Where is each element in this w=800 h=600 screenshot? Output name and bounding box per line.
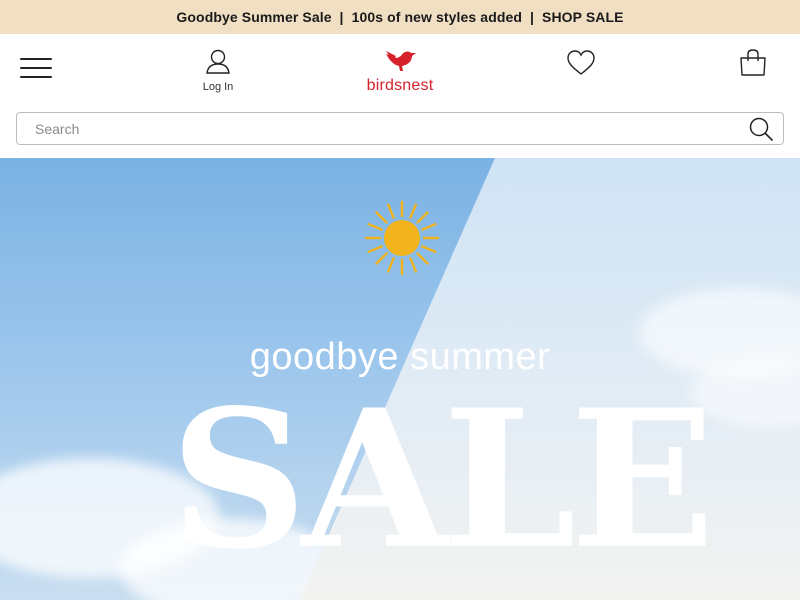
birdsnest-logo[interactable]: birdsnest <box>360 48 440 95</box>
sun-icon <box>364 200 440 276</box>
search-icon[interactable] <box>749 117 773 141</box>
search-input[interactable] <box>17 113 737 144</box>
site-header: Log In birdsnest <box>0 34 800 106</box>
search-bar <box>16 112 784 145</box>
user-icon <box>206 49 230 74</box>
bird-icon <box>386 51 416 71</box>
shopping-bag-icon <box>740 49 766 76</box>
hamburger-menu-button[interactable] <box>20 58 52 80</box>
wishlist-button[interactable] <box>566 50 596 81</box>
login-label: Log In <box>202 81 234 93</box>
hero-sale-text: SALE <box>170 368 715 591</box>
login-button[interactable]: Log In <box>196 48 240 93</box>
promo-separator: | <box>522 9 543 25</box>
promo-text-sale[interactable]: Goodbye Summer Sale <box>176 9 331 25</box>
promo-shop-sale-link[interactable]: SHOP SALE <box>542 9 624 25</box>
hamburger-icon <box>20 58 52 60</box>
shopping-bag-button[interactable] <box>738 48 768 83</box>
logo-text: birdsnest <box>366 77 434 94</box>
hero-banner[interactable]: goodbye summer SALE <box>0 158 800 600</box>
heart-icon <box>567 50 595 75</box>
promo-separator: | <box>331 9 352 25</box>
promo-banner[interactable]: Goodbye Summer Sale | 100s of new styles… <box>0 0 800 34</box>
promo-text-new-styles[interactable]: 100s of new styles added <box>352 9 522 25</box>
